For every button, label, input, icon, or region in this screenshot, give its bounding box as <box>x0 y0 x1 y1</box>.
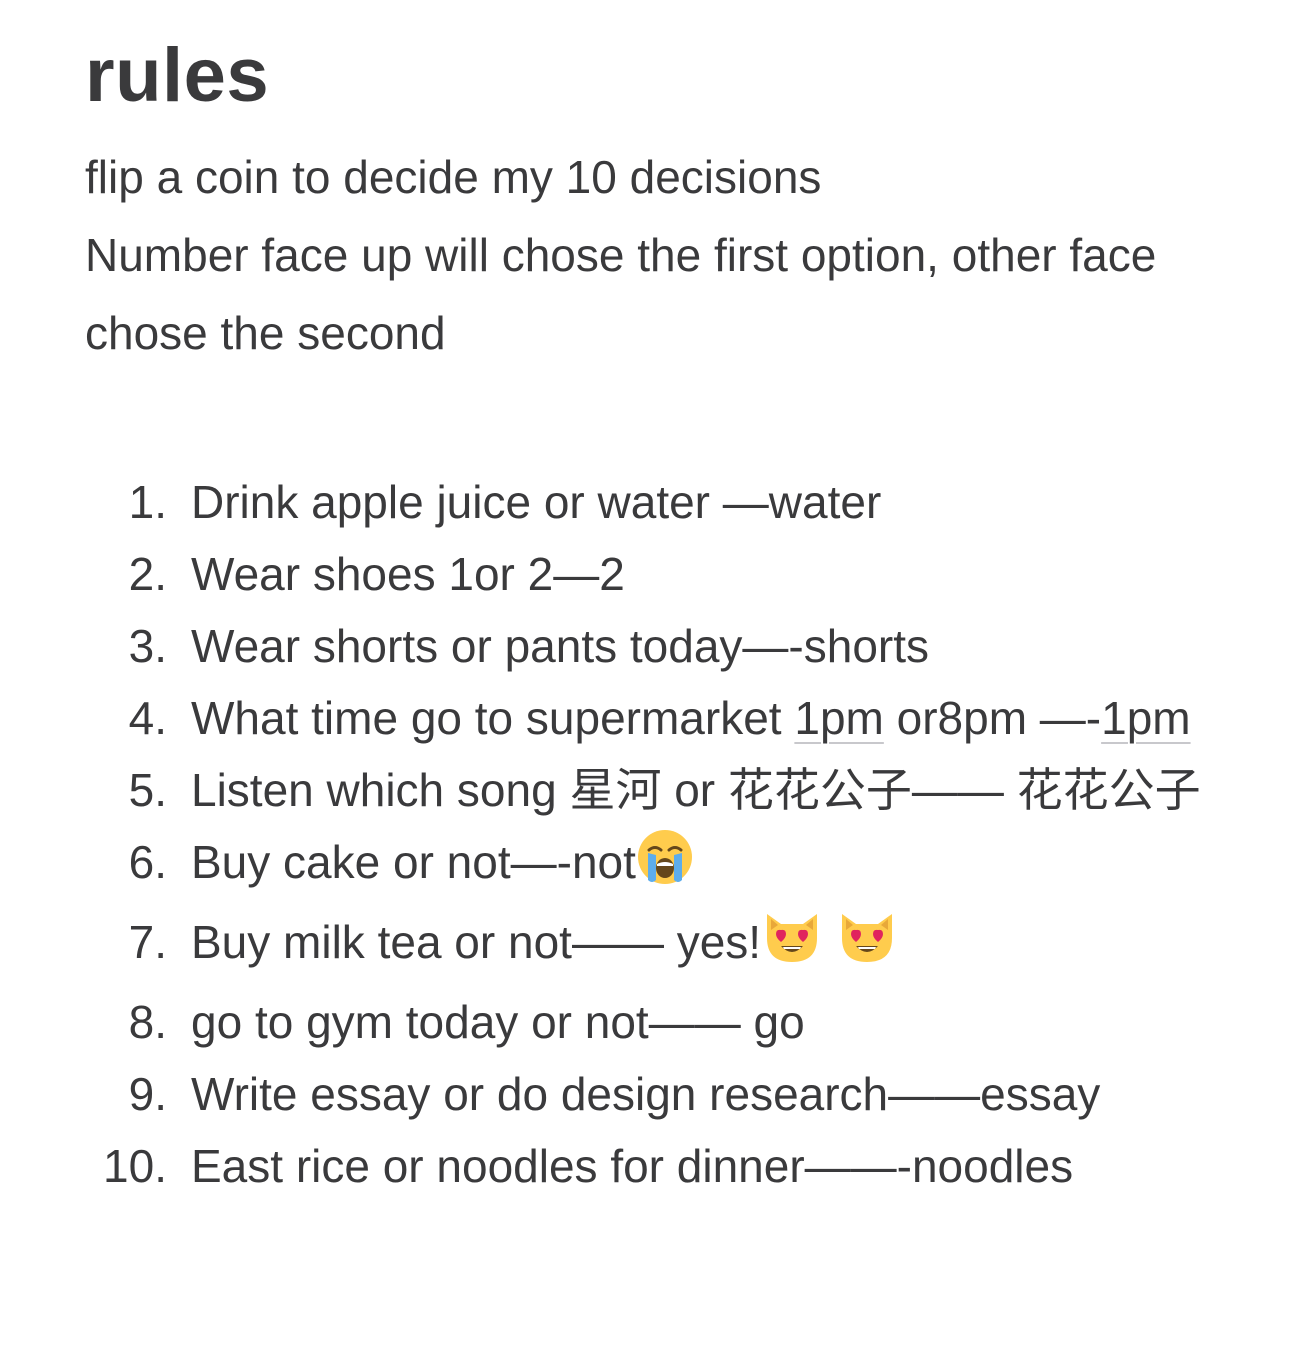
list-number: 4. <box>128 692 167 744</box>
loudly-crying-face-icon <box>636 828 694 906</box>
list-number: 9. <box>128 1068 167 1120</box>
list-item: 4. What time go to supermarket 1pm or8pm… <box>85 682 1215 754</box>
note-intro: flip a coin to decide my 10 decisions Nu… <box>85 138 1215 372</box>
list-number: 10. <box>103 1140 167 1192</box>
list-item: 10. East rice or noodles for dinner——-no… <box>85 1130 1215 1202</box>
list-item-text: East rice or noodles for dinner——-noodle… <box>191 1140 1074 1192</box>
list-number: 8. <box>128 996 167 1048</box>
list-item-text: go to gym today or not—— go <box>191 996 805 1048</box>
note-content: rules flip a coin to decide my 10 decisi… <box>85 28 1215 1202</box>
list-item: 6. Buy cake or not—-not <box>85 826 1215 906</box>
list-item-text: or8pm —- <box>883 692 1102 744</box>
note-title: rules <box>85 33 270 118</box>
list-item: 1. Drink apple juice or water —water <box>85 466 1215 538</box>
heart-eyes-cat-icon <box>761 908 823 986</box>
list-item: 2. Wear shoes 1or 2—2 <box>85 538 1215 610</box>
time-data-detector-link[interactable]: 1pm <box>794 692 883 744</box>
list-item: 5. Listen which song 星河 or 花花公子—— 花花公子 <box>85 754 1215 826</box>
list-item-text: Drink apple juice or water —water <box>191 476 882 528</box>
list-number: 3. <box>128 620 167 672</box>
list-item-text: Write essay or do design research——essay <box>191 1068 1101 1120</box>
intro-line-2: Number face up will chose the first opti… <box>85 229 1157 359</box>
list-number: 5. <box>128 764 167 816</box>
list-item-text: Wear shorts or pants today—-shorts <box>191 620 929 672</box>
list-item: 8. go to gym today or not—— go <box>85 986 1215 1058</box>
intro-line-1: flip a coin to decide my 10 decisions <box>85 151 822 203</box>
time-data-detector-link[interactable]: 1pm <box>1101 692 1190 744</box>
decision-list: 1. Drink apple juice or water —water 2. … <box>85 466 1215 1202</box>
list-item: 3. Wear shorts or pants today—-shorts <box>85 610 1215 682</box>
list-item-text: Wear shoes 1or 2—2 <box>191 548 625 600</box>
list-item: 7. Buy milk tea or not—— yes! <box>85 906 1215 986</box>
list-item: 9. Write essay or do design research——es… <box>85 1058 1215 1130</box>
list-item-text: Listen which song 星河 or 花花公子—— 花花公子 <box>191 764 1201 816</box>
list-number: 7. <box>128 916 167 968</box>
list-number: 1. <box>128 476 167 528</box>
list-item-text: Buy milk tea or not—— yes! <box>191 916 762 968</box>
list-item-text: What time go to supermarket <box>191 692 795 744</box>
list-item-text: Buy cake or not—-not <box>191 836 636 888</box>
heart-eyes-cat-icon <box>836 908 898 986</box>
list-number: 6. <box>128 836 167 888</box>
list-number: 2. <box>128 548 167 600</box>
